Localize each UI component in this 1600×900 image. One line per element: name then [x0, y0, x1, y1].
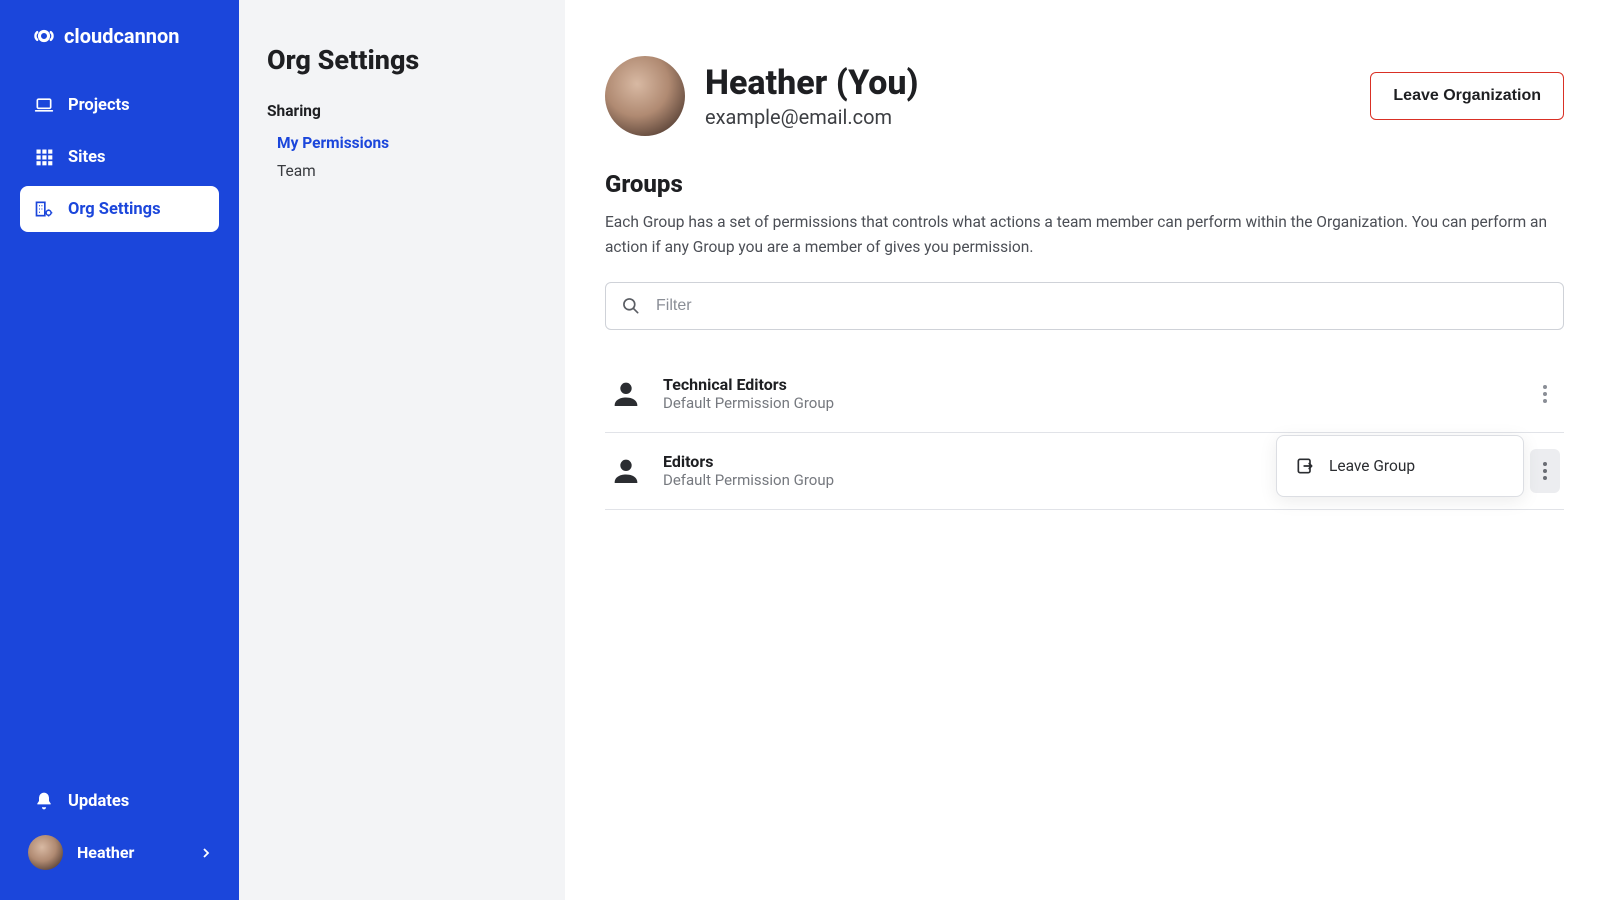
nav-item-label: Org Settings — [68, 200, 161, 219]
grid-icon — [34, 147, 54, 167]
profile-email: example@email.com — [705, 105, 1350, 129]
person-icon — [609, 454, 643, 488]
group-row[interactable]: Editors Default Permission Group Leave G… — [605, 433, 1564, 510]
nav-item-updates[interactable]: Updates — [20, 779, 219, 823]
profile-name: Heather (You) — [705, 63, 1350, 103]
exit-icon — [1295, 456, 1315, 476]
nav-item-label: Sites — [68, 148, 106, 167]
group-name: Technical Editors — [663, 375, 1510, 394]
brand-logo[interactable]: cloudcannon — [20, 24, 219, 48]
profile-info: Heather (You) example@email.com — [705, 63, 1350, 129]
bell-icon — [34, 791, 54, 811]
nav-item-sites[interactable]: Sites — [20, 134, 219, 180]
search-icon — [621, 296, 641, 316]
secondary-panel: Org Settings Sharing My Permissions Team — [239, 0, 565, 900]
person-icon — [609, 377, 643, 411]
group-actions-button[interactable] — [1530, 449, 1560, 493]
main-content: Heather (You) example@email.com Leave Or… — [565, 0, 1600, 900]
nav-item-label: Updates — [68, 792, 129, 811]
primary-sidebar: cloudcannon Projects Sites — [0, 0, 239, 900]
nav-item-label: Projects — [68, 96, 130, 115]
nav-item-projects[interactable]: Projects — [20, 82, 219, 128]
profile-avatar — [605, 56, 685, 136]
nav-item-org-settings[interactable]: Org Settings — [20, 186, 219, 232]
user-avatar — [28, 835, 63, 870]
panel-section-title: Sharing — [267, 102, 537, 120]
chevron-right-icon — [201, 848, 211, 858]
group-actions-popover: Leave Group — [1276, 435, 1524, 497]
user-menu[interactable]: Heather — [20, 823, 219, 882]
panel-link-list: My Permissions Team — [267, 134, 537, 180]
cloudcannon-logo-icon — [32, 24, 56, 48]
kebab-icon — [1543, 462, 1547, 480]
panel-link-my-permissions[interactable]: My Permissions — [277, 134, 537, 152]
group-subtitle: Default Permission Group — [663, 394, 1510, 412]
filter-input[interactable] — [605, 282, 1564, 330]
panel-title: Org Settings — [267, 44, 537, 76]
filter-wrap — [605, 282, 1564, 330]
group-list: Technical Editors Default Permission Gro… — [605, 356, 1564, 510]
groups-title: Groups — [605, 170, 1564, 198]
laptop-icon — [34, 95, 54, 115]
group-actions-button[interactable] — [1530, 372, 1560, 416]
brand-name: cloudcannon — [64, 24, 180, 48]
kebab-icon — [1543, 385, 1547, 403]
leave-organization-button[interactable]: Leave Organization — [1370, 72, 1564, 120]
profile-header: Heather (You) example@email.com Leave Or… — [605, 56, 1564, 136]
popover-item-label: Leave Group — [1329, 457, 1415, 475]
group-info: Technical Editors Default Permission Gro… — [663, 375, 1510, 412]
building-gear-icon — [34, 199, 54, 219]
user-name: Heather — [77, 843, 134, 862]
group-row[interactable]: Technical Editors Default Permission Gro… — [605, 356, 1564, 433]
nav-list: Projects Sites Org Settings — [20, 82, 219, 232]
leave-group-menu-item[interactable]: Leave Group — [1283, 442, 1517, 490]
groups-description: Each Group has a set of permissions that… — [605, 210, 1564, 260]
panel-link-team[interactable]: Team — [277, 162, 537, 180]
